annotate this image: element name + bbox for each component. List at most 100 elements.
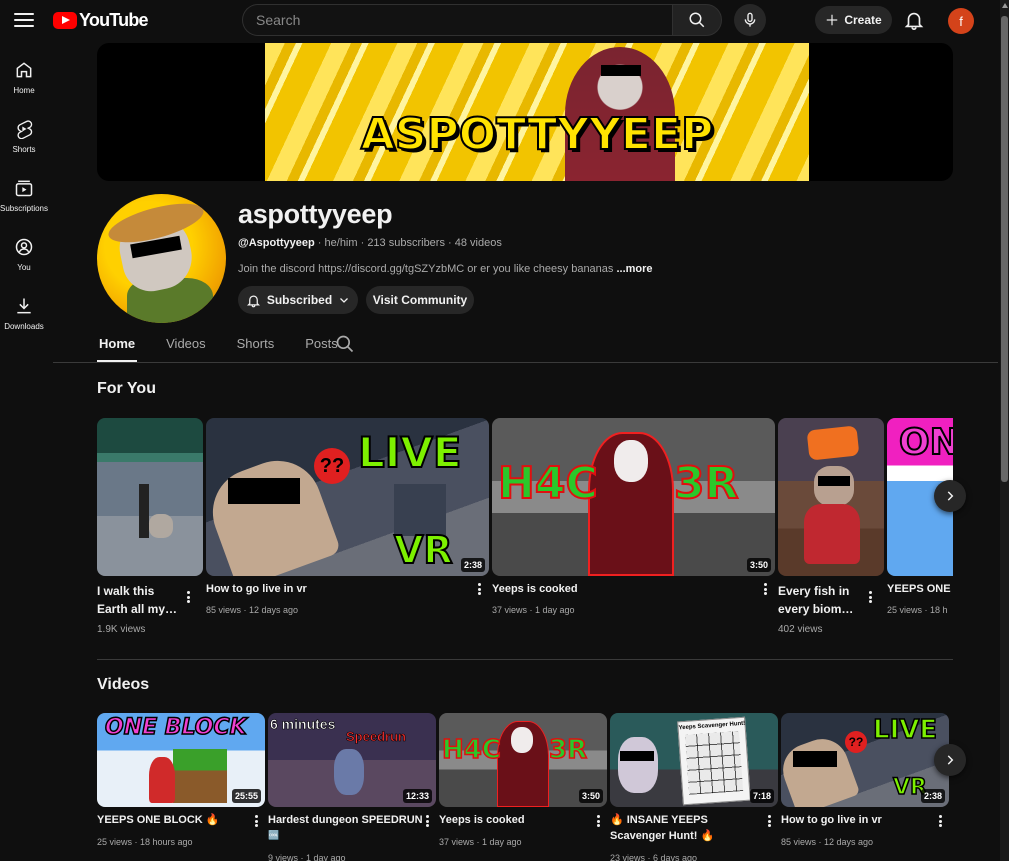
video-meta: 85 views · 12 days ago — [206, 605, 299, 615]
thumbnail-text: Yeeps Scavenger Hunt! — [678, 720, 746, 732]
video-title[interactable]: Every fish in every biom… — [778, 582, 862, 618]
more-options-icon[interactable] — [935, 814, 945, 828]
youtube-logo[interactable]: YouTube — [53, 10, 149, 31]
subscribed-button[interactable]: Subscribed — [238, 286, 358, 314]
video-meta: 85 views · 12 days ago — [781, 837, 874, 847]
page-scrollbar[interactable] — [1000, 0, 1009, 861]
scroll-thumb[interactable] — [1001, 16, 1008, 482]
video-meta: 37 views · 1 day ago — [492, 605, 575, 615]
video-thumbnail[interactable]: ONE BLOCK 25:55 — [97, 713, 265, 807]
channel-handle: @Aspottyyeep — [238, 237, 315, 249]
more-options-icon[interactable] — [474, 582, 484, 596]
scroll-up-arrow-icon[interactable] — [1002, 3, 1008, 8]
thumbnail-text: 3R — [548, 734, 588, 766]
create-button[interactable]: Create — [815, 6, 892, 34]
tab-shorts[interactable]: Shorts — [235, 330, 277, 362]
thumbnail-text: H4C — [441, 734, 501, 766]
visit-community-button[interactable]: Visit Community — [366, 286, 474, 314]
tab-videos[interactable]: Videos — [164, 330, 208, 362]
video-title[interactable]: How to go live in vr — [206, 581, 307, 598]
channel-description[interactable]: Join the discord https://discord.gg/tgSZ… — [238, 263, 653, 275]
video-title[interactable]: YEEPS ONE B — [887, 581, 953, 598]
channel-search-button[interactable] — [335, 334, 355, 354]
video-title[interactable]: YEEPS ONE BLOCK 🔥 — [97, 812, 220, 829]
search-bar — [242, 4, 722, 36]
video-meta: 9 views · 1 day ago — [268, 853, 346, 861]
chevron-right-icon — [947, 755, 954, 765]
channel-avatar[interactable] — [97, 194, 226, 323]
video-thumbnail[interactable]: ?? LIVE VR 2:38 — [206, 418, 489, 576]
chevron-down-icon — [340, 298, 349, 303]
more-options-icon[interactable] — [183, 590, 193, 604]
account-avatar[interactable]: f — [948, 8, 974, 34]
thumbnail-text: 3R — [673, 457, 739, 510]
channel-description-text: Join the discord https://discord.gg/tgSZ… — [238, 263, 617, 275]
thumbnail-text: LIVE — [357, 427, 463, 478]
video-duration: 3:50 — [578, 789, 603, 803]
logo-text: YouTube — [79, 10, 149, 30]
bell-icon — [246, 295, 260, 307]
subscribed-label: Subscribed — [266, 293, 333, 307]
sidebar-item-downloads[interactable]: Downloads — [0, 288, 48, 344]
search-input[interactable] — [242, 4, 672, 36]
plus-icon — [827, 14, 838, 26]
sidebar-item-label: Subscriptions — [0, 204, 49, 213]
video-thumbnail[interactable]: Yeeps Scavenger Hunt! 7:18 — [610, 713, 778, 807]
top-bar: YouTube Create f — [0, 0, 1000, 40]
thumbnail-text: Speedrun — [346, 729, 407, 745]
banner-title: ASPOTTYYEEP — [360, 108, 715, 161]
video-thumbnail[interactable]: H4C 3R 3:50 — [439, 713, 607, 807]
search-icon — [689, 12, 705, 28]
video-meta: 25 views · 18 h — [887, 605, 948, 615]
sidebar-item-subscriptions[interactable]: Subscriptions — [0, 170, 48, 226]
more-options-icon[interactable] — [593, 814, 603, 828]
video-title[interactable]: Hardest dungeon SPEEDRUN — [268, 812, 423, 829]
video-title-line2: Scavenger Hunt! 🔥 — [610, 830, 715, 842]
youtube-play-icon — [53, 12, 77, 29]
voice-search-button[interactable] — [734, 4, 766, 36]
channel-meta: @Aspottyyeep · he/him · 213 subscribers … — [238, 237, 502, 249]
videos-next-button[interactable] — [934, 744, 966, 776]
more-options-icon[interactable] — [764, 814, 774, 828]
search-icon — [336, 335, 354, 353]
for-you-title: For You — [97, 380, 156, 397]
video-duration: 7:18 — [749, 789, 774, 803]
subscriptions-icon — [15, 180, 33, 197]
sidebar-item-home[interactable]: Home — [0, 52, 48, 108]
for-you-next-button[interactable] — [934, 480, 966, 512]
video-title-line2: 🆒 — [268, 830, 280, 840]
channel-stats: · he/him · 213 subscribers · 48 videos — [314, 237, 502, 249]
video-thumbnail[interactable]: 6 minutes Speedrun 12:33 — [268, 713, 436, 807]
video-title[interactable]: I walk this Earth all my… — [97, 582, 181, 618]
more-link[interactable]: ...more — [616, 263, 652, 275]
video-title[interactable]: Yeeps is cooked — [439, 812, 525, 829]
tabs-divider — [53, 362, 998, 363]
thumbnail-text: ONE BLOCK — [104, 714, 247, 741]
banner-artwork: ASPOTTYYEEP — [265, 43, 809, 181]
thumbnail-text: 6 minutes — [270, 716, 336, 733]
tab-home[interactable]: Home — [97, 330, 138, 362]
video-thumbnail[interactable]: H4C 3R 3:50 — [492, 418, 775, 576]
more-options-icon[interactable] — [422, 814, 432, 828]
menu-icon[interactable] — [14, 10, 34, 30]
more-options-icon[interactable] — [760, 582, 770, 596]
video-meta: 402 views — [778, 624, 823, 635]
more-options-icon[interactable] — [865, 590, 875, 604]
list-item[interactable]: ON YEEPS ONE B 25 views · 18 h — [887, 418, 953, 633]
video-thumbnail[interactable] — [97, 418, 203, 576]
channel-tabs: Home Videos Shorts Posts — [97, 330, 367, 362]
search-button[interactable] — [672, 4, 722, 36]
you-icon — [15, 238, 33, 256]
video-title[interactable]: Yeeps is cooked — [492, 581, 578, 598]
more-options-icon[interactable] — [251, 814, 261, 828]
video-thumbnail[interactable]: ?? LIVE VR 2:38 — [781, 713, 949, 807]
create-label: Create — [844, 13, 882, 27]
notifications-button[interactable] — [903, 9, 925, 31]
video-thumbnail[interactable] — [778, 418, 884, 576]
thumbnail-text: VR — [393, 527, 454, 573]
sidebar-item-shorts[interactable]: Shorts — [0, 111, 48, 167]
sidebar-item-label: You — [17, 263, 31, 272]
video-title[interactable]: How to go live in vr — [781, 812, 882, 829]
video-title[interactable]: 🔥 INSANE YEEPS — [610, 812, 708, 829]
sidebar-item-you[interactable]: You — [0, 229, 48, 285]
